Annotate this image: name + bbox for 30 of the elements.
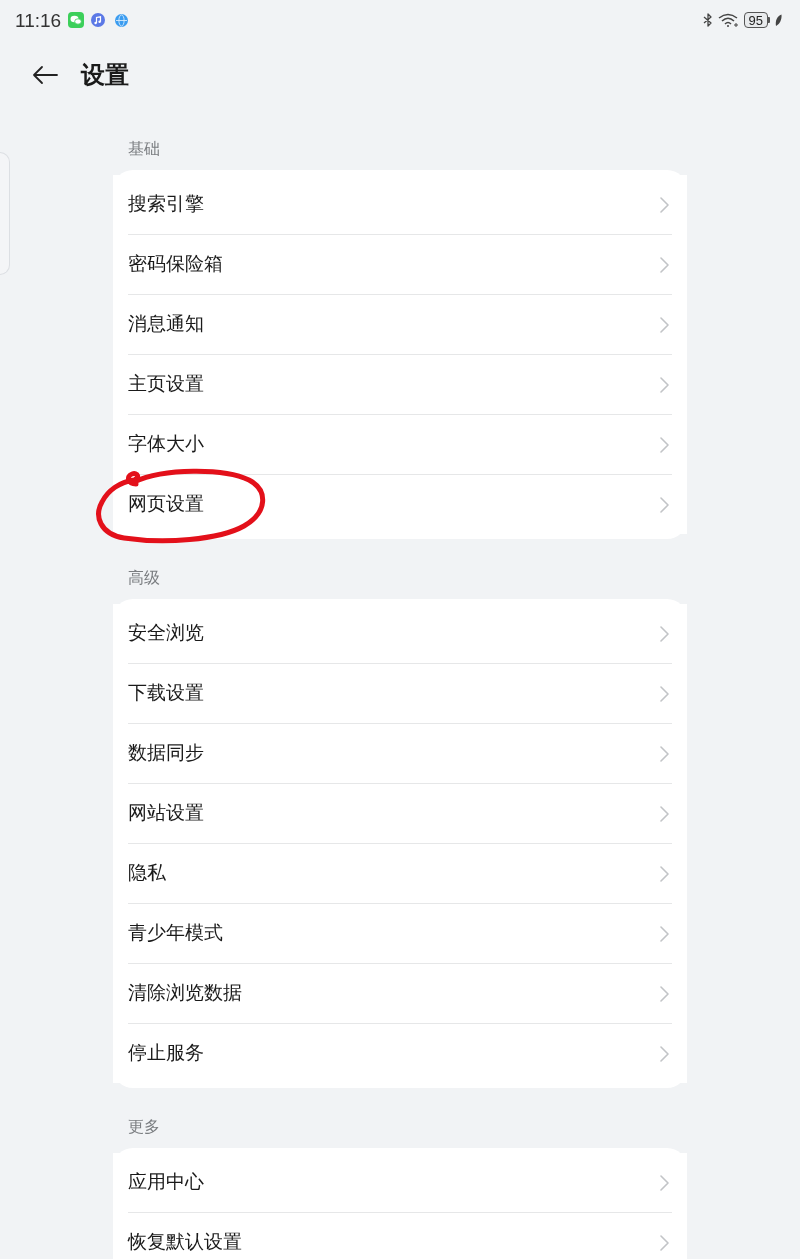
section-heading: 基础 (128, 139, 161, 159)
chevron-right-icon (660, 865, 669, 882)
chevron-right-icon (660, 1234, 669, 1251)
back-arrow-icon[interactable] (32, 65, 58, 85)
chevron-right-icon (660, 316, 669, 333)
globe-app-icon (115, 13, 129, 27)
chat-app-icon (68, 12, 85, 28)
chevron-right-icon (660, 925, 669, 942)
side-panel-handle[interactable] (0, 152, 10, 275)
battery-indicator: 95 (743, 12, 770, 28)
chevron-right-icon (660, 625, 669, 642)
music-app-icon (91, 13, 106, 27)
chevron-right-icon (660, 196, 669, 213)
section-heading: 更多 (128, 1117, 161, 1137)
chevron-right-icon (660, 1174, 669, 1191)
chevron-right-icon (660, 256, 669, 273)
chevron-right-icon (660, 376, 669, 393)
wifi-icon (717, 13, 739, 27)
chevron-right-icon (660, 745, 669, 762)
page-title: 设置 (81, 60, 129, 90)
status-time: 11:16 (15, 10, 62, 30)
bluetooth-icon (702, 13, 713, 27)
chevron-right-icon (660, 685, 669, 702)
section-heading: 高级 (128, 568, 161, 588)
chevron-right-icon (660, 985, 669, 1002)
chevron-right-icon (660, 1045, 669, 1062)
leaf-icon (775, 13, 782, 27)
chevron-right-icon (660, 805, 669, 822)
chevron-right-icon (660, 496, 669, 513)
chevron-right-icon (660, 436, 669, 453)
